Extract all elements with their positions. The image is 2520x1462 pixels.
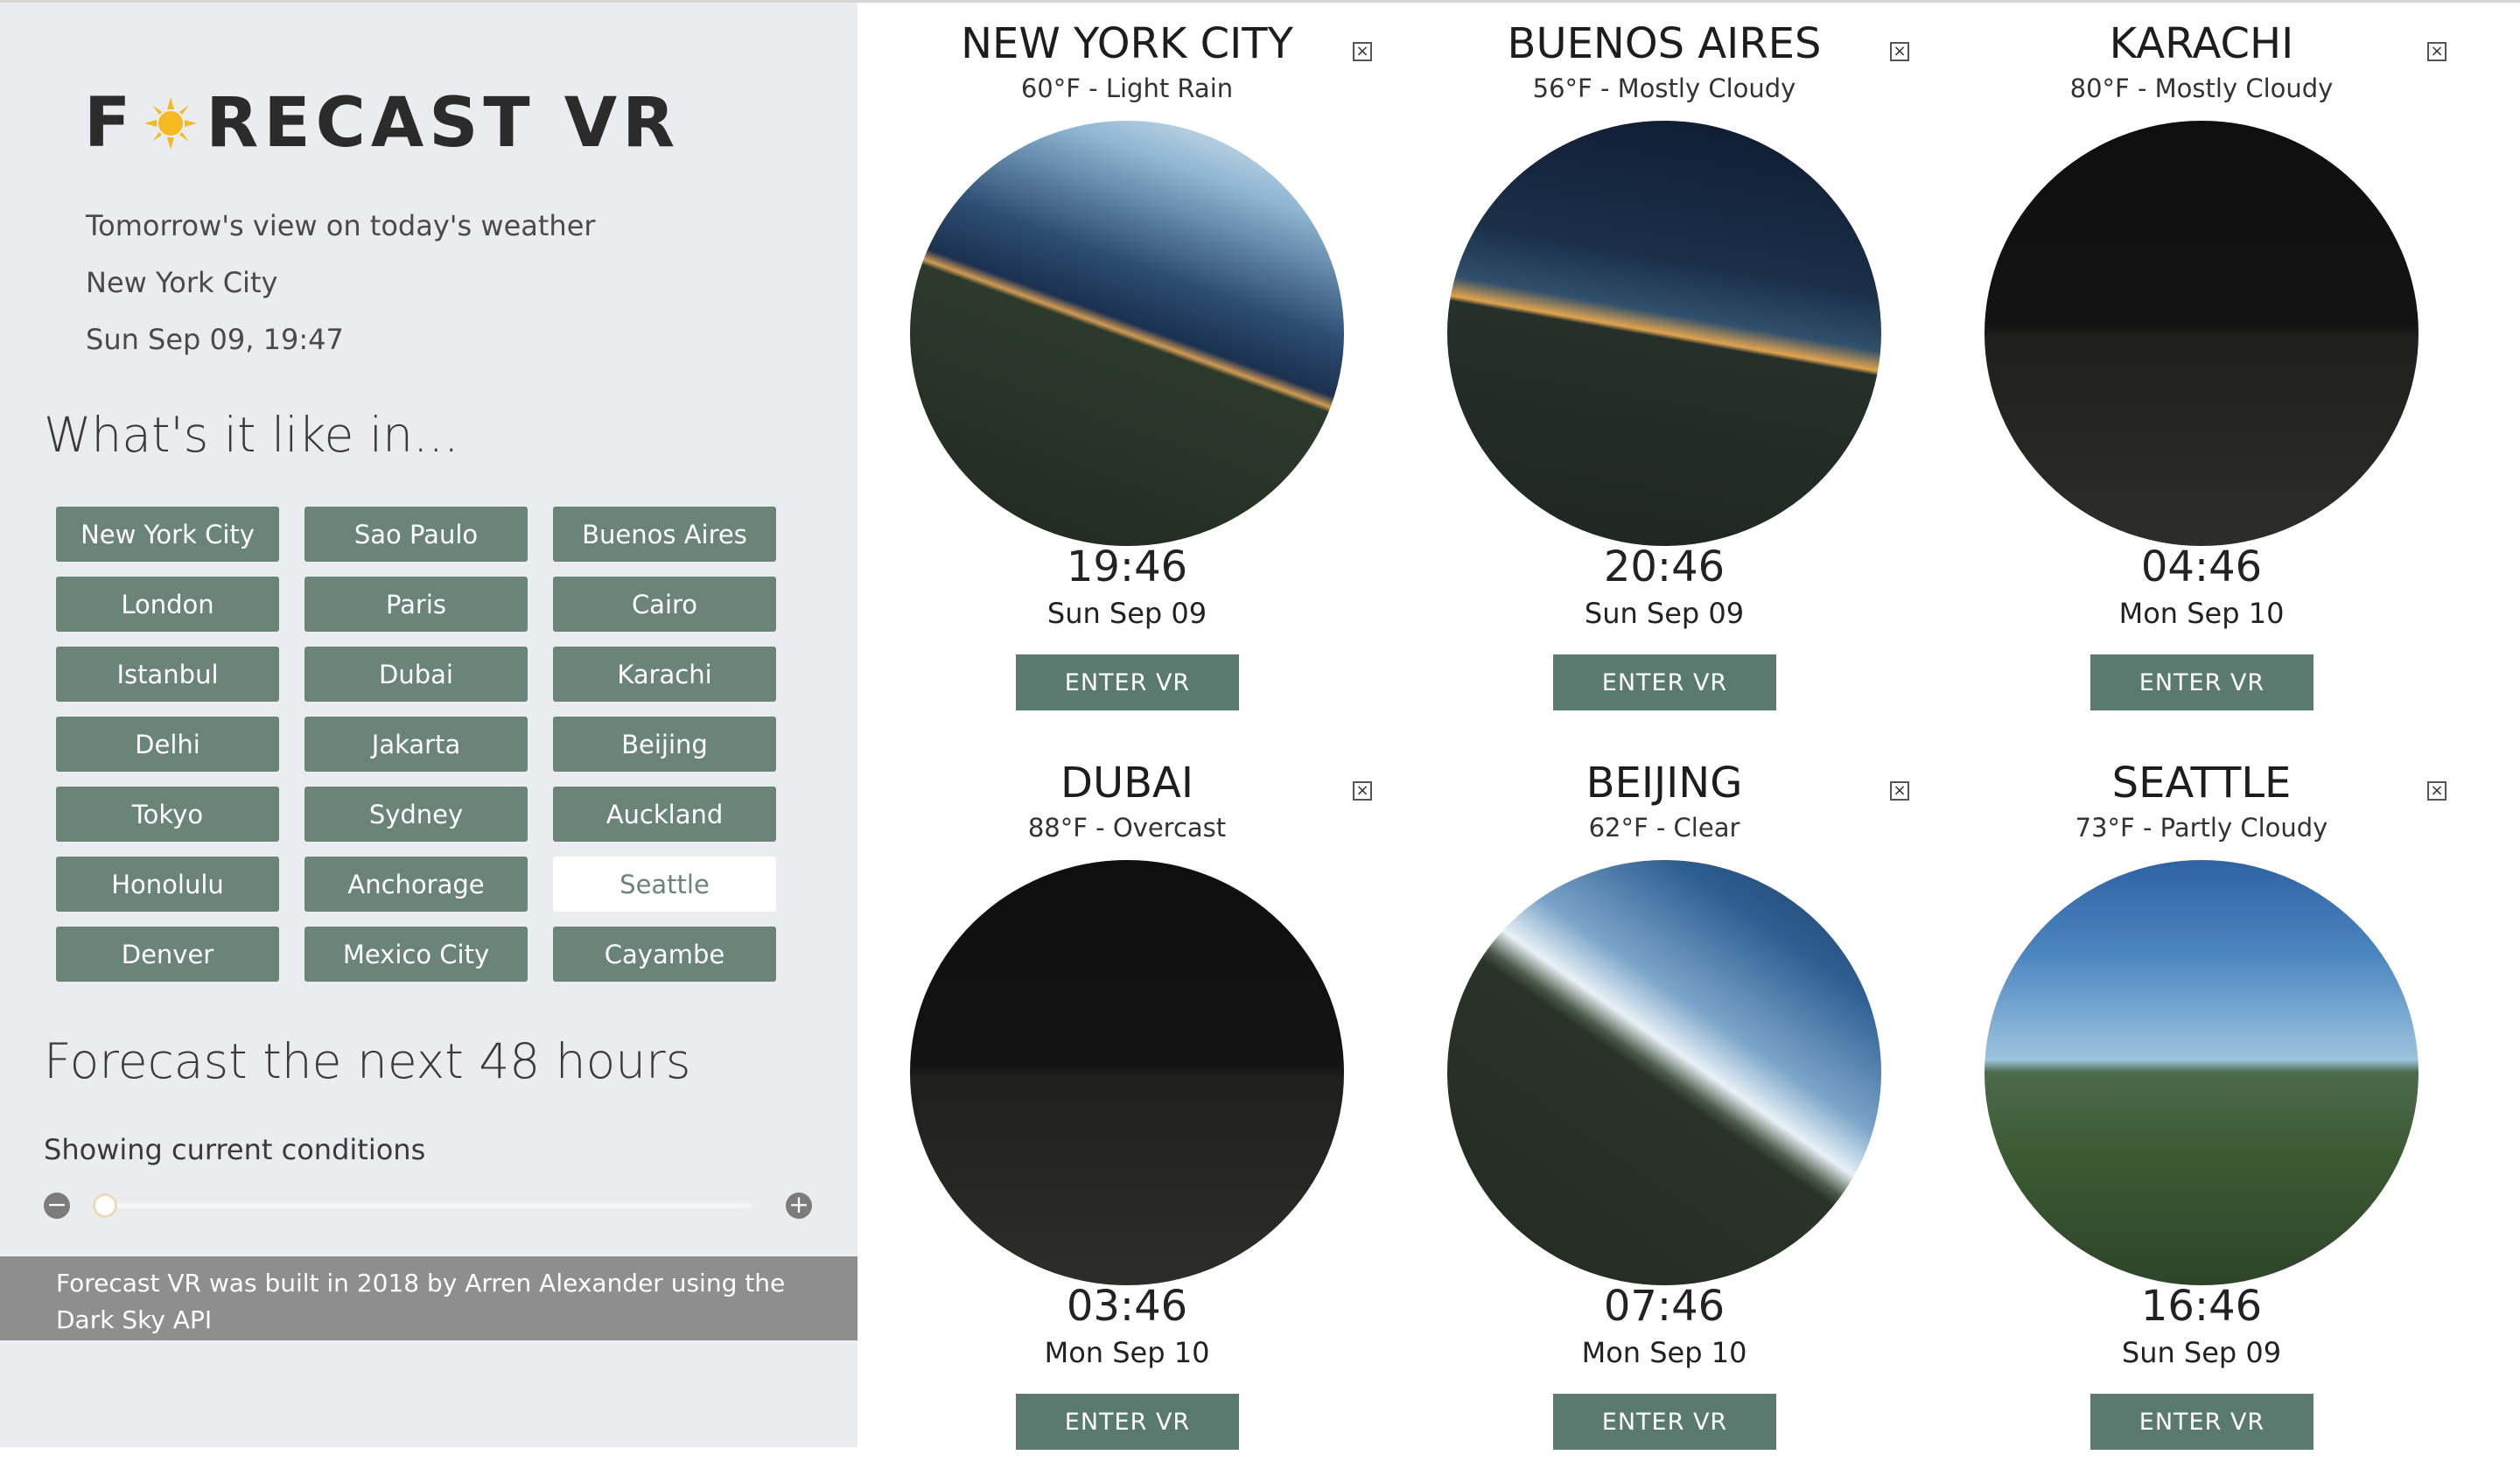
city-button[interactable]: Delhi [56,717,279,772]
city-button[interactable]: Paris [304,577,528,632]
card-city-name: KARACHI [2109,19,2294,68]
sun-icon [144,97,198,150]
logo-text-right: RECAST VR [206,84,681,163]
card-local-time: 04:46 [2140,542,2263,591]
enter-vr-button[interactable]: ENTER VR [2090,654,2314,710]
card-local-date: Mon Sep 10 [1044,1336,1210,1369]
vr-sky-preview[interactable] [910,860,1344,1285]
vr-sky-preview[interactable] [1447,860,1881,1285]
vr-sky-preview[interactable] [1447,121,1881,546]
card-local-time: 19:46 [1066,542,1188,591]
city-card: KARACHI × 80°F - Mostly Cloudy 04:46 Mon Sep… [1956,0,2446,723]
city-button[interactable]: Jakarta [304,717,528,772]
vr-sky-preview[interactable] [910,121,1344,546]
slider-track[interactable] [96,1203,751,1208]
logo-text-left: F [84,84,136,163]
card-local-date: Mon Sep 10 [2118,597,2285,630]
close-icon[interactable]: × [2427,42,2446,61]
city-card: SEATTLE × 73°F - Partly Cloudy 16:46 Sun Sep… [1956,739,2446,1462]
enter-vr-button[interactable]: ENTER VR [1016,1394,1239,1450]
city-button[interactable]: Honolulu [56,857,279,912]
card-local-time: 03:46 [1066,1282,1188,1331]
current-datetime: Sun Sep 09, 19:47 [86,323,344,356]
current-location: New York City [86,266,278,299]
cities-heading: What's it like in... [44,407,459,463]
card-local-date: Mon Sep 10 [1581,1336,1747,1369]
city-button[interactable]: Tokyo [56,787,279,842]
card-conditions: 62°F - Clear [1588,813,1740,843]
city-button[interactable]: Sydney [304,787,528,842]
enter-vr-button[interactable]: ENTER VR [1553,1394,1776,1450]
card-city-name: BUENOS AIRES [1507,19,1822,68]
enter-vr-button[interactable]: ENTER VR [1553,654,1776,710]
slider-handle[interactable] [93,1193,117,1218]
city-card: BUENOS AIRES × 56°F - Mostly Cloudy 20:46 Su… [1419,0,1909,723]
city-card: DUBAI × 88°F - Overcast 03:46 Mon Sep 10 ENTE… [882,739,1372,1462]
sidebar: F RECAST VR Tomorrow's view on today's w… [0,3,858,1447]
plus-icon[interactable]: + [786,1193,812,1219]
card-city-name: BEIJING [1586,759,1743,808]
forecast-status: Showing current conditions [44,1133,426,1166]
city-button[interactable]: London [56,577,279,632]
close-icon[interactable]: × [2427,781,2446,801]
vr-sky-preview[interactable] [1984,121,2418,546]
footer: Forecast VR was built in 2018 by Arren A… [0,1256,858,1340]
app-logo: F RECAST VR [84,83,680,164]
close-icon[interactable]: × [1353,42,1372,61]
card-local-date: Sun Sep 09 [1584,597,1745,630]
card-conditions: 56°F - Mostly Cloudy [1532,73,1796,103]
close-icon[interactable]: × [1890,42,1909,61]
enter-vr-button[interactable]: ENTER VR [2090,1394,2314,1450]
city-button[interactable]: Seattle [553,857,776,912]
card-local-time: 07:46 [1603,1282,1726,1331]
city-button[interactable]: Sao Paulo [304,507,528,562]
vr-sky-preview[interactable] [1984,860,2418,1285]
city-button[interactable]: Karachi [553,647,776,702]
city-button[interactable]: Beijing [553,717,776,772]
card-local-time: 16:46 [2140,1282,2263,1331]
close-icon[interactable]: × [1353,781,1372,801]
card-city-name: SEATTLE [2111,759,2292,808]
city-card: NEW YORK CITY × 60°F - Light Rain 19:46 Sun … [882,0,1372,723]
city-button[interactable]: Denver [56,927,279,982]
city-button[interactable]: Istanbul [56,647,279,702]
city-button[interactable]: Auckland [553,787,776,842]
city-card: BEIJING × 62°F - Clear 07:46 Mon Sep 10 ENTER… [1419,739,1909,1462]
card-city-name: DUBAI [1060,759,1194,808]
city-button[interactable]: Mexico City [304,927,528,982]
card-city-name: NEW YORK CITY [961,19,1293,68]
card-local-time: 20:46 [1603,542,1726,591]
forecast-slider: − + [44,1191,814,1221]
enter-vr-button[interactable]: ENTER VR [1016,654,1239,710]
city-button[interactable]: New York City [56,507,279,562]
forecast-heading: Forecast the next 48 hours [44,1033,691,1089]
city-grid: New York City Sao Paulo Buenos Aires London… [56,507,779,982]
city-button[interactable]: Buenos Aires [553,507,776,562]
close-icon[interactable]: × [1890,781,1909,801]
footer-text: Forecast VR was built in 2018 by Arren A… [56,1269,786,1334]
card-conditions: 60°F - Light Rain [1020,73,1234,103]
card-local-date: Sun Sep 09 [1046,597,1208,630]
card-conditions: 88°F - Overcast [1027,813,1227,843]
city-button[interactable]: Dubai [304,647,528,702]
city-button[interactable]: Cayambe [553,927,776,982]
card-conditions: 73°F - Partly Cloudy [2075,813,2328,843]
city-button[interactable]: Cairo [553,577,776,632]
card-local-date: Sun Sep 09 [2121,1336,2282,1369]
minus-icon[interactable]: − [44,1193,70,1219]
card-conditions: 80°F - Mostly Cloudy [2069,73,2334,103]
city-button[interactable]: Anchorage [304,857,528,912]
tagline: Tomorrow's view on today's weather [86,209,596,242]
